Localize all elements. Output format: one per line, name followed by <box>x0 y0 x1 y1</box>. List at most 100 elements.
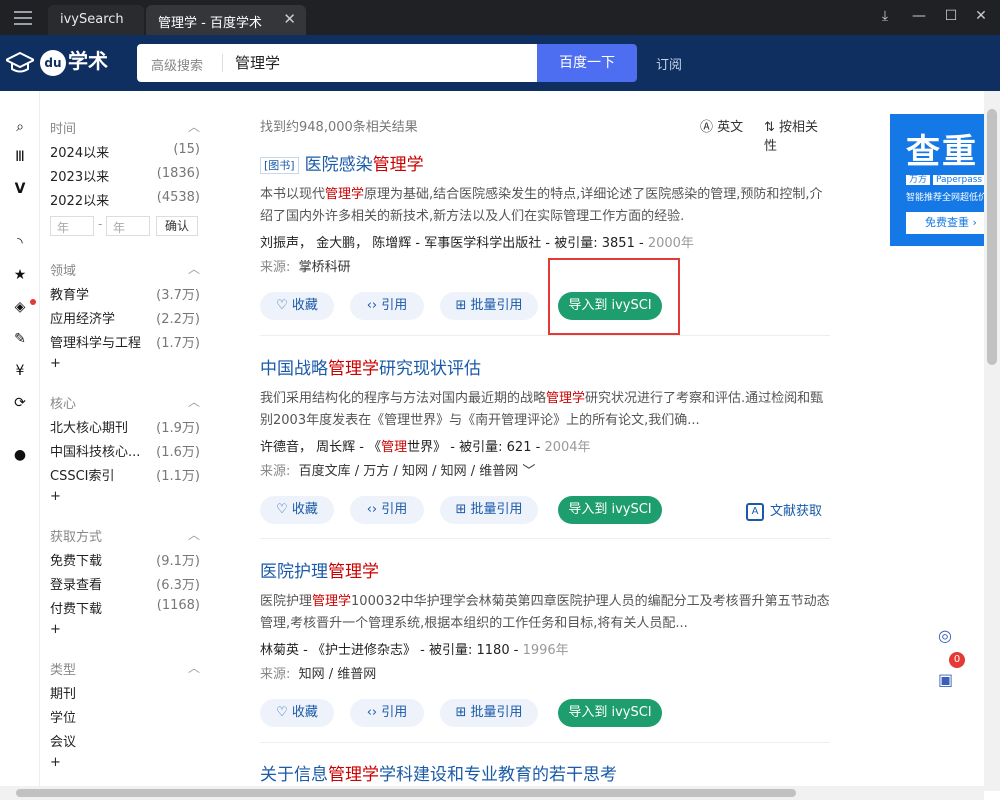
yen-icon[interactable]: ¥ <box>12 363 28 379</box>
filter-item[interactable]: 管理科学与工程 (1.7万) <box>50 332 200 356</box>
subscribe-link[interactable]: 订阅 <box>656 54 682 73</box>
result-title[interactable]: [图书] 医院感染管理学 <box>260 150 830 178</box>
close-window-icon[interactable]: ✕ <box>972 8 990 24</box>
filter-item[interactable]: 中国科技核心... (1.6万) <box>50 441 200 465</box>
cite-button[interactable]: ‹› 引用 <box>350 292 424 320</box>
filter-item[interactable]: 应用经济学 (2.2万) <box>50 308 200 332</box>
search-box[interactable]: 高级搜索 管理学 <box>137 44 537 82</box>
cite-button[interactable]: ‹› 引用 <box>350 699 424 727</box>
filter-item[interactable]: 登录查看 (6.3万) <box>50 574 200 598</box>
source-link[interactable]: 百度文库 / 万方 / 知网 / 知网 / 维普网 ﹀ <box>299 464 536 479</box>
collapse-icon[interactable]: ︿ <box>188 393 200 410</box>
scroll-thumb[interactable] <box>987 109 997 365</box>
baidu-scholar-logo[interactable]: du 学术 <box>40 45 108 76</box>
menu-icon[interactable] <box>14 11 32 25</box>
filter-time-header[interactable]: 时间 ︿ <box>50 118 200 142</box>
scroll-thumb[interactable] <box>16 789 796 797</box>
filter-more[interactable]: + <box>50 622 200 646</box>
folder-float-icon[interactable]: ▣ <box>938 670 953 689</box>
source-link[interactable]: 知网 / 维普网 <box>299 667 377 682</box>
result-title[interactable]: 医院护理管理学 <box>260 557 830 585</box>
filter-item[interactable]: 会议 <box>50 731 200 755</box>
import-ivysci-button[interactable]: 导入到 ivySCI <box>558 496 662 524</box>
rss-icon[interactable]: ◝ <box>12 235 28 251</box>
cite-button[interactable]: ‹› 引用 <box>350 496 424 524</box>
year-to-input[interactable]: 年 <box>106 216 150 236</box>
authors[interactable]: 林菊英 <box>260 643 299 658</box>
filter-item[interactable]: CSSCI索引 (1.1万) <box>50 465 200 489</box>
user-icon[interactable]: ● <box>12 447 28 463</box>
filter-item[interactable]: 付费下载 (1168) <box>50 598 200 622</box>
filter-core-header[interactable]: 核心 ︿ <box>50 393 200 417</box>
source-link[interactable]: 掌桥科研 <box>299 260 351 275</box>
filter-more[interactable]: + <box>50 755 200 779</box>
collapse-icon[interactable]: ︿ <box>188 659 200 676</box>
filter-item[interactable]: 学位 <box>50 707 200 731</box>
filter-time: 时间 ︿ 2024以来 (15) 2023以来 (1836) 2022以来 (4538)… <box>50 118 200 242</box>
authors[interactable]: 刘振声， 金大鹏， 陈增辉 <box>260 236 411 251</box>
batch-cite-button[interactable]: ⊞ 批量引用 <box>440 699 538 727</box>
vertical-scrollbar[interactable] <box>984 91 1000 791</box>
download-icon[interactable]: ⤓ <box>876 8 894 24</box>
horizontal-scrollbar[interactable] <box>0 786 984 800</box>
star-icon[interactable]: ★ <box>12 267 28 283</box>
layers-icon[interactable]: ◈ <box>12 299 28 315</box>
publisher[interactable]: 军事医学科学出版社 <box>424 236 541 251</box>
cited-count[interactable]: 1180 <box>477 643 510 658</box>
filter-item[interactable]: 2023以来 (1836) <box>50 166 200 190</box>
close-tab-icon[interactable]: ✕ <box>283 10 296 28</box>
heart-icon: ♡ <box>276 502 292 517</box>
filter-field-header[interactable]: 领域 ︿ <box>50 260 200 284</box>
advanced-search-link[interactable]: 高级搜索 <box>151 55 203 74</box>
filter-item[interactable]: 期刊 <box>50 683 200 707</box>
search-input[interactable]: 管理学 <box>235 52 280 73</box>
filter-type-header[interactable]: 类型 ︿ <box>50 659 200 683</box>
tab-baidu-scholar[interactable]: 管理学 - 百度学术 ✕ <box>146 5 306 35</box>
filter-access-header[interactable]: 获取方式 ︿ <box>50 526 200 550</box>
english-toggle[interactable]: Ⓐ 英文 <box>700 116 743 135</box>
favorite-button[interactable]: ♡ 收藏 <box>260 496 334 524</box>
sync-icon[interactable]: ⟳ <box>12 395 28 411</box>
baidu-paw-icon: du <box>40 49 66 76</box>
authors[interactable]: 许德音， 周长辉 <box>260 440 355 455</box>
tab-ivysearch[interactable]: ivySearch <box>48 5 144 35</box>
filter-item[interactable]: 免费下载 (9.1万) <box>50 550 200 574</box>
search-icon[interactable]: ⌕ <box>12 119 28 135</box>
library-icon[interactable]: Ⅲ <box>12 149 28 165</box>
favorite-button[interactable]: ♡ 收藏 <box>260 292 334 320</box>
ad-headline: 查重 <box>906 132 978 172</box>
filter-item[interactable]: 2022以来 (4538) <box>50 190 200 214</box>
filter-more[interactable]: + <box>50 489 200 513</box>
collapse-icon[interactable]: ︿ <box>188 118 200 135</box>
year-from-input[interactable]: 年 <box>50 216 94 236</box>
year: 2000年 <box>647 236 694 251</box>
refresh-float-icon[interactable]: ◎ <box>938 626 952 645</box>
filter-item[interactable]: 2024以来 (15) <box>50 142 200 166</box>
cited-count[interactable]: 621 <box>507 440 532 455</box>
collapse-icon[interactable]: ︿ <box>188 526 200 543</box>
graduation-cap-icon <box>6 51 34 73</box>
search-button[interactable]: 百度一下 <box>537 44 637 82</box>
batch-cite-button[interactable]: ⊞ 批量引用 <box>440 496 538 524</box>
favorite-button[interactable]: ♡ 收藏 <box>260 699 334 727</box>
v-logo-icon[interactable]: V <box>12 181 28 197</box>
document-fetch-link[interactable]: A 文献获取 <box>746 500 822 521</box>
type-badge: [图书] <box>260 157 299 174</box>
filter-item[interactable]: 教育学 (3.7万) <box>50 284 200 308</box>
pen-icon[interactable]: ✎ <box>12 331 28 347</box>
cited-count[interactable]: 3851 <box>602 236 635 251</box>
minimize-icon[interactable]: — <box>910 8 928 24</box>
result-title[interactable]: 关于信息管理学学科建设和专业教育的若干思考 <box>260 760 830 788</box>
filter-more[interactable]: + <box>50 356 200 380</box>
sort-dropdown[interactable]: ⇅ 按相关性 <box>764 116 830 154</box>
publisher[interactable]: 《管理世界》 <box>368 440 446 455</box>
publisher[interactable]: 《护士进修杂志》 <box>312 643 416 658</box>
collapse-icon[interactable]: ︿ <box>188 260 200 277</box>
result-title[interactable]: 中国战略管理学研究现状评估 <box>260 354 830 382</box>
batch-cite-button[interactable]: ⊞ 批量引用 <box>440 292 538 320</box>
free-check-button[interactable]: 免费查重 › <box>906 212 996 234</box>
confirm-button[interactable]: 确认 <box>156 216 198 236</box>
maximize-icon[interactable]: ☐ <box>942 8 960 24</box>
filter-item[interactable]: 北大核心期刊 (1.9万) <box>50 417 200 441</box>
import-ivysci-button[interactable]: 导入到 ivySCI <box>558 699 662 727</box>
